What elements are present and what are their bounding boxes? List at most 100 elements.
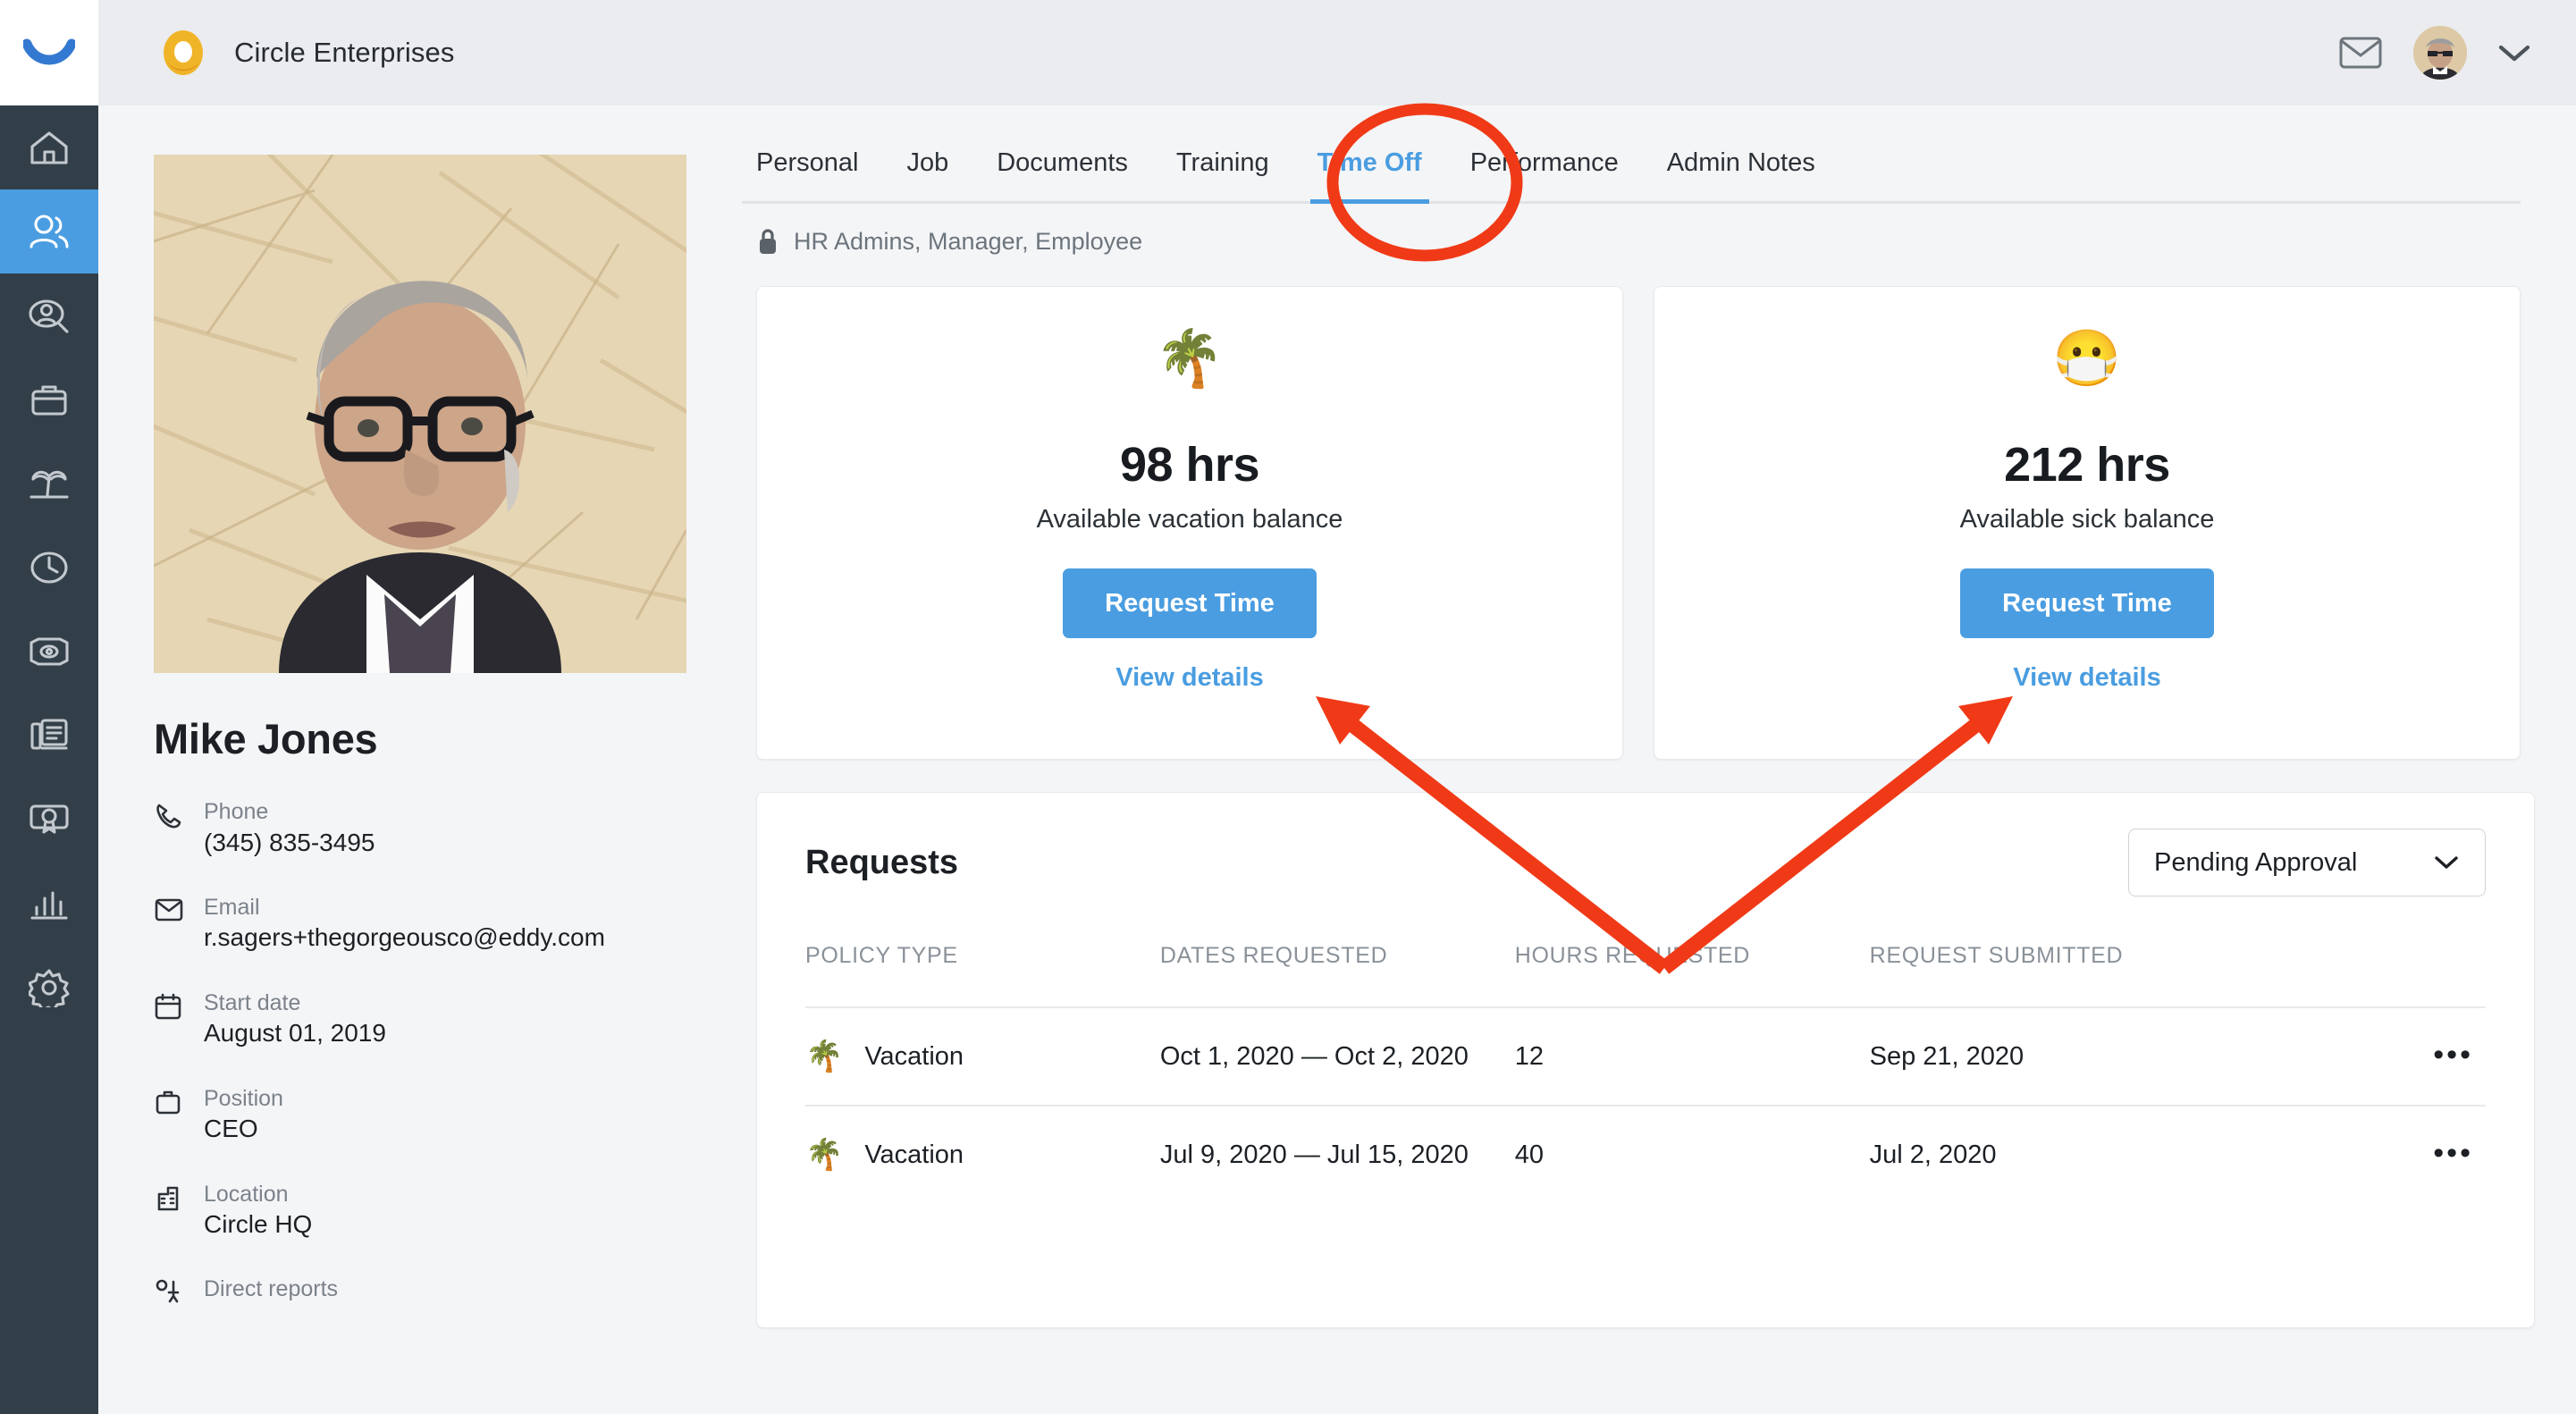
row-policy-type: Vacation: [864, 1140, 964, 1169]
page-title: Mike Jones: [154, 715, 378, 762]
requests-table-body: 🌴 Vacation Oct 1, 2020 — Oct 2, 2020 12 …: [805, 1007, 2486, 1204]
calendar-icon: [154, 989, 204, 1050]
chevron-down-icon: [2433, 854, 2460, 871]
eddy-smile-logo[interactable]: [0, 0, 98, 105]
field-value: r.sagers+thegorgeousco@eddy.com: [204, 923, 605, 952]
profile-field-start-date: Start date August 01, 2019: [154, 989, 733, 1050]
sidebar-item-time-tracking[interactable]: [0, 526, 98, 610]
sidebar-item-reports[interactable]: [0, 862, 98, 946]
sidebar-item-people[interactable]: [0, 189, 98, 274]
briefcase-icon: [29, 381, 70, 418]
requests-table-head: POLICY TYPE DATES REQUESTED HOURS REQUES…: [805, 943, 2486, 1007]
avatar[interactable]: [2413, 26, 2467, 80]
employee-photo: [154, 155, 686, 673]
requests-status-filter-value: Pending Approval: [2154, 847, 2358, 877]
sidebar-item-recruiting[interactable]: [0, 274, 98, 358]
tab-time-off[interactable]: Time Off: [1309, 148, 1429, 204]
kebab-menu-icon[interactable]: •••: [2433, 1039, 2486, 1070]
top-bar-actions: [2338, 26, 2531, 80]
sidebar-item-home[interactable]: [0, 105, 98, 189]
bar-chart-icon: [29, 886, 70, 922]
person-search-icon: [28, 296, 71, 335]
requests-table: POLICY TYPE DATES REQUESTED HOURS REQUES…: [805, 943, 2486, 1204]
kebab-menu-icon[interactable]: •••: [2433, 1138, 2486, 1168]
briefcase-icon: [154, 1084, 204, 1146]
sick-view-details-link[interactable]: View details: [2013, 663, 2161, 693]
vacation-balance-hours: 98 hrs: [1119, 438, 1260, 492]
org-icon: [154, 1275, 204, 1307]
row-dates-requested: Jul 9, 2020 — Jul 15, 2020: [1159, 1140, 1469, 1169]
tab-admin-notes[interactable]: Admin Notes: [1667, 148, 1815, 201]
masked-face-emoji: 😷: [2052, 328, 2122, 390]
sick-request-time-button[interactable]: Request Time: [1960, 568, 2214, 638]
row-policy-type: Vacation: [864, 1041, 964, 1071]
row-hours-requested: 12: [1514, 1041, 1545, 1071]
field-value: CEO: [204, 1115, 258, 1143]
field-label: Direct reports: [204, 1276, 339, 1302]
mail-icon: [154, 893, 204, 955]
field-label: Position: [204, 1085, 283, 1111]
sidebar: [0, 0, 98, 1414]
field-label: Location: [204, 1181, 289, 1207]
top-bar: Circle Enterprises: [98, 0, 2576, 105]
tab-training[interactable]: Training: [1176, 148, 1269, 201]
field-value: Circle HQ: [204, 1210, 313, 1239]
mail-icon[interactable]: [2338, 36, 2383, 70]
vacation-view-details-link[interactable]: View details: [1115, 663, 1264, 693]
requests-status-filter[interactable]: Pending Approval: [2128, 829, 2486, 896]
chevron-down-icon[interactable]: [2497, 43, 2531, 63]
money-eye-icon: [28, 636, 71, 667]
award-icon: [28, 802, 71, 837]
field-label: Email: [204, 894, 260, 920]
table-row[interactable]: 🌴 Vacation Jul 9, 2020 — Jul 15, 2020 40…: [805, 1106, 2486, 1203]
vacation-request-time-button[interactable]: Request Time: [1063, 568, 1317, 638]
profile-field-email: Email r.sagers+thegorgeousco@eddy.com: [154, 893, 733, 955]
table-header-row: POLICY TYPE DATES REQUESTED HOURS REQUES…: [805, 943, 2486, 1007]
sidebar-item-onboarding[interactable]: [0, 358, 98, 442]
requests-title: Requests: [805, 843, 959, 881]
permissions-row: HR Admins, Manager, Employee: [742, 204, 2521, 256]
field-value: (345) 835-3495: [204, 828, 375, 856]
row-request-submitted: Sep 21, 2020: [1869, 1041, 2025, 1071]
tab-job[interactable]: Job: [906, 148, 948, 201]
tab-documents[interactable]: Documents: [997, 148, 1128, 201]
tab-performance[interactable]: Performance: [1470, 148, 1619, 201]
palm-tree-emoji: 🌴: [805, 1138, 844, 1173]
column-actions: [2318, 943, 2486, 1007]
phone-icon: [154, 797, 204, 859]
app-root: Circle Enterprises Mike Jones Phone (345…: [0, 0, 2576, 1414]
brand[interactable]: Circle Enterprises: [159, 29, 454, 77]
sick-balance-card: 😷 212 hrs Available sick balance Request…: [1654, 286, 2521, 760]
sidebar-item-time-off[interactable]: [0, 442, 98, 526]
sidebar-item-payroll[interactable]: [0, 610, 98, 694]
gear-icon: [29, 968, 70, 1007]
employee-profile-panel: Mike Jones Phone (345) 835-3495 Email r.…: [98, 105, 733, 1414]
home-icon: [29, 129, 70, 166]
column-hours-requested: HOURS REQUESTED: [1514, 943, 1751, 968]
row-hours-requested: 40: [1514, 1140, 1545, 1169]
profile-field-phone: Phone (345) 835-3495: [154, 797, 733, 859]
profile-field-position: Position CEO: [154, 1084, 733, 1146]
main-content: Personal Job Documents Training Time Off…: [733, 105, 2576, 1414]
circle-ring-logo: [159, 29, 207, 77]
vacation-balance-card: 🌴 98 hrs Available vacation balance Requ…: [756, 286, 1623, 760]
sidebar-item-training[interactable]: [0, 778, 98, 862]
sick-balance-label: Available sick balance: [1959, 505, 2215, 534]
field-value: August 01, 2019: [204, 1019, 386, 1048]
profile-tabs: Personal Job Documents Training Time Off…: [742, 105, 2521, 204]
vacation-balance-label: Available vacation balance: [1036, 505, 1343, 534]
requests-panel: Requests Pending Approval POLICY TYPE DA…: [756, 792, 2535, 1328]
requests-header: Requests Pending Approval: [805, 829, 2486, 896]
clock-icon: [29, 548, 70, 587]
profile-field-location: Location Circle HQ: [154, 1180, 733, 1241]
sidebar-item-documents[interactable]: [0, 694, 98, 778]
permissions-text: HR Admins, Manager, Employee: [794, 227, 1143, 255]
sidebar-item-settings[interactable]: [0, 946, 98, 1030]
column-request-submitted: REQUEST SUBMITTED: [1869, 943, 2124, 968]
sick-balance-hours: 212 hrs: [2004, 438, 2170, 492]
column-policy-type: POLICY TYPE: [805, 943, 958, 968]
table-row[interactable]: 🌴 Vacation Oct 1, 2020 — Oct 2, 2020 12 …: [805, 1007, 2486, 1106]
tab-personal[interactable]: Personal: [756, 148, 858, 201]
lock-icon: [756, 227, 779, 256]
documents-icon: [29, 717, 70, 754]
